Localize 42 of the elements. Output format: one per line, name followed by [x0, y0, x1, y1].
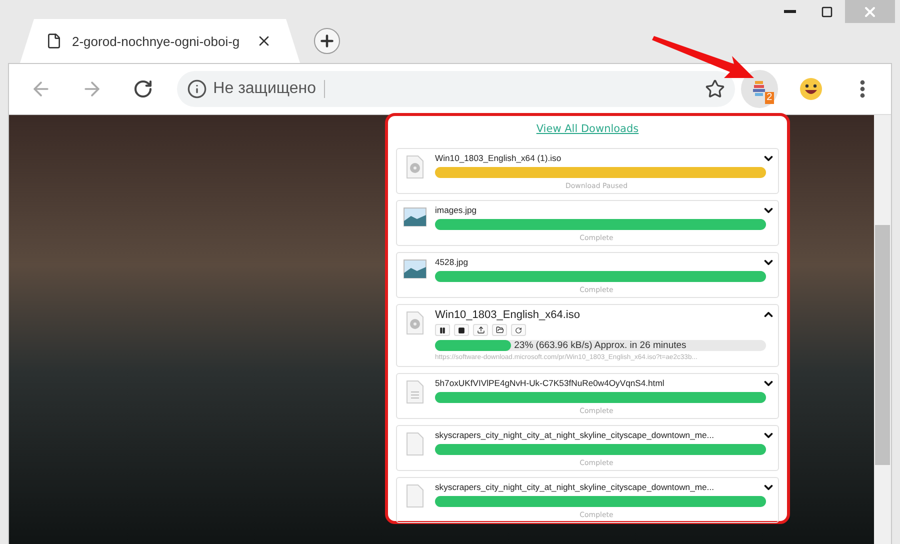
image-file-icon: [403, 207, 427, 227]
browser-tab[interactable]: 2-gorod-nochnye-ogni-oboi-g: [20, 19, 300, 63]
image-file-icon: [403, 259, 427, 279]
maximize-icon: [820, 6, 832, 18]
pause-button[interactable]: [435, 324, 450, 336]
scrollbar[interactable]: [874, 115, 891, 544]
info-icon: [187, 79, 208, 99]
file-name: Win10_1803_English_x64.iso: [435, 309, 581, 321]
file-name: skyscrapers_city_night_city_at_night_skyline_cityscape_downtown_me...: [435, 430, 715, 440]
menu-icon: [860, 80, 865, 98]
text-file-icon: [405, 380, 425, 404]
pause-icon: [439, 326, 446, 334]
folder-button[interactable]: [492, 324, 507, 336]
reload-icon: [133, 79, 154, 99]
stop-icon: [458, 326, 465, 334]
file-name: images.jpg: [435, 205, 478, 215]
page-icon: [46, 33, 62, 49]
retry-button[interactable]: [511, 324, 526, 336]
refresh-icon: [515, 326, 522, 334]
disc-file-icon: [405, 155, 425, 179]
plus-icon: [318, 32, 336, 50]
file-name: skyscrapers_city_night_city_at_night_skyline_cityscape_downtown_me...: [435, 482, 715, 492]
progress-text: 23% (663.96 kB/s) Approx. in 26 minutes: [514, 340, 686, 351]
blank-file-icon: [405, 432, 425, 456]
folder-icon: [496, 326, 504, 334]
count-badge: 2: [764, 92, 774, 104]
upload-icon: [476, 326, 484, 334]
minimize-icon: [784, 10, 796, 13]
upload-button[interactable]: [473, 324, 488, 336]
security-label: Не защищено: [213, 80, 326, 98]
stop-button[interactable]: [454, 324, 469, 336]
stacked-bars-icon: [752, 81, 766, 97]
new-tab-button[interactable]: [314, 28, 340, 54]
star-icon[interactable]: [704, 79, 725, 99]
file-name: Win10_1803_English_x64 (1).iso: [435, 153, 562, 163]
address-bar[interactable]: Не защищено: [177, 71, 735, 107]
blank-file-icon: [405, 484, 425, 508]
smiley-icon: [798, 77, 823, 101]
file-name: 4528.jpg: [435, 257, 469, 267]
file-name: 5h7oxUKfVIVlPE4gNvH-Uk-C7K53fNuRe0w4OyVqnS4.html: [435, 378, 666, 388]
disc-file-icon: [405, 311, 425, 335]
scroll-thumb[interactable]: [875, 225, 890, 465]
